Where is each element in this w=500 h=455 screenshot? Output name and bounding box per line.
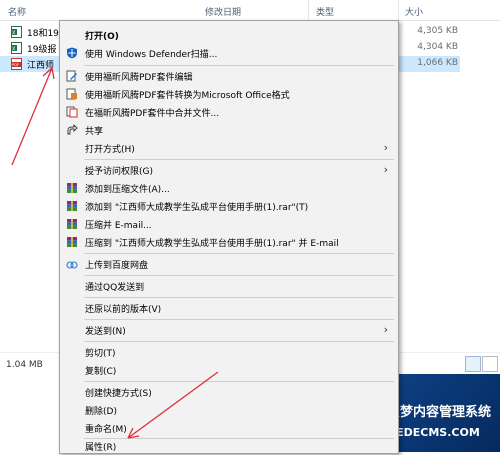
annotation-arrows [11,67,219,439]
annotation-arrow-icon [127,371,219,439]
annotation-arrow-icon [11,67,55,166]
